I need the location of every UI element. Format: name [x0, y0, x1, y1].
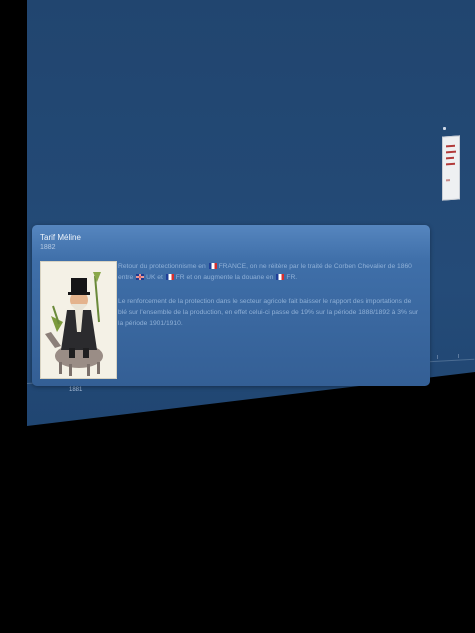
axis-tick	[437, 355, 438, 359]
popup-title: Tarif Méline	[40, 233, 81, 242]
france-flag-icon	[276, 274, 285, 280]
country-link[interactable]: FR	[286, 274, 295, 281]
text-fragment: et on augmente la douane en	[184, 274, 276, 281]
timeline-year-label: 1881	[69, 387, 83, 393]
text-fragment: Retour du protectionnisme en	[118, 263, 208, 270]
popup-paragraph-1: Retour du protectionnisme en FRANCE, on …	[118, 261, 422, 283]
popup-paragraph-2: Le renforcement de la protection dans le…	[118, 298, 419, 327]
uk-flag-icon	[136, 274, 145, 280]
caricature-icon	[41, 262, 116, 378]
event-popup[interactable]: Tarif Méline 1882 Retour du protectionni…	[32, 225, 430, 386]
caricature-illustration[interactable]	[40, 261, 117, 379]
text-fragment: et	[155, 274, 165, 281]
text-fragment: .	[295, 274, 298, 281]
popup-year: 1882	[40, 244, 56, 251]
country-link[interactable]: FRANCE	[219, 263, 247, 270]
event-marker[interactable]	[443, 127, 446, 130]
axis-tick	[458, 354, 459, 358]
timeline-stage: 1881 Tarif Méline 1882 Retour du protect…	[0, 0, 475, 633]
france-flag-icon	[208, 263, 217, 269]
left-edge	[0, 0, 27, 633]
event-card-thumbnail[interactable]	[442, 135, 460, 201]
france-flag-icon	[165, 274, 174, 280]
country-link[interactable]: UK	[146, 274, 155, 281]
country-link[interactable]: FR	[176, 274, 185, 281]
